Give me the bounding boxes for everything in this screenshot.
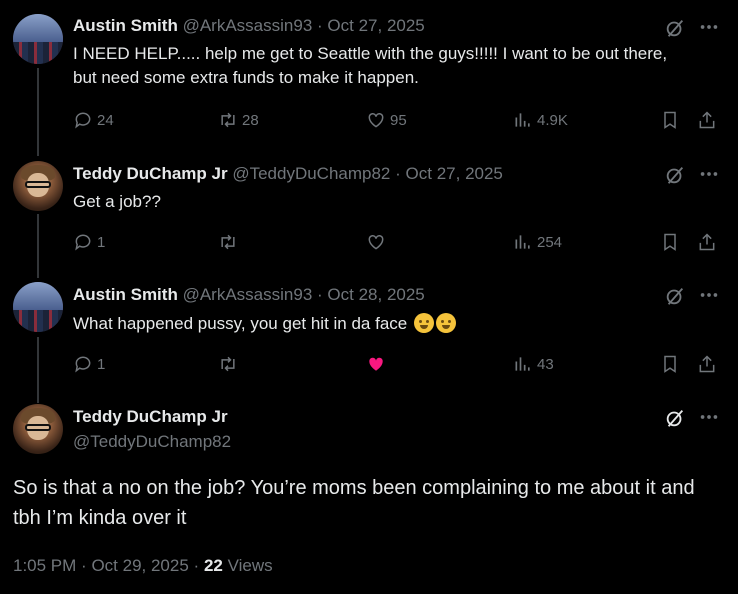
retweet-count: 28 bbox=[242, 111, 259, 129]
retweet-icon bbox=[221, 234, 235, 250]
views-count: 43 bbox=[537, 355, 554, 373]
tweet-text: I NEED HELP..... help me get to Seattle … bbox=[73, 44, 668, 87]
tweet[interactable]: Austin Smith @ArkAssassin93 · Oct 28, 20… bbox=[0, 270, 738, 392]
separator: · bbox=[193, 556, 200, 575]
views-label: Views bbox=[227, 556, 273, 575]
share-button[interactable] bbox=[697, 230, 721, 254]
grok-icon[interactable] bbox=[664, 164, 686, 186]
retweet-icon bbox=[221, 356, 235, 372]
share-icon bbox=[699, 355, 715, 373]
separator: · bbox=[317, 16, 323, 35]
reply-icon bbox=[75, 112, 91, 129]
heart-icon bbox=[368, 234, 384, 250]
bookmark-button[interactable] bbox=[660, 352, 684, 376]
more-icon[interactable] bbox=[698, 406, 720, 428]
grok-icon[interactable] bbox=[664, 17, 686, 39]
woozy-face-icon bbox=[413, 313, 434, 333]
main-author-handle-row: @TeddyDuChamp82 bbox=[73, 432, 231, 452]
views-icon bbox=[515, 113, 530, 127]
tweet-header: Austin Smith @ArkAssassin93 · Oct 27, 20… bbox=[73, 16, 425, 36]
main-author-name-row: Teddy DuChamp Jr bbox=[73, 407, 228, 427]
tweet-text: Get a job?? bbox=[73, 192, 161, 211]
more-icon[interactable] bbox=[698, 16, 720, 38]
views-icon bbox=[515, 235, 530, 249]
reply-count: 1 bbox=[97, 233, 106, 251]
reply-count: 1 bbox=[97, 355, 106, 373]
tweet-date[interactable]: Oct 27, 2025 bbox=[327, 16, 424, 35]
bookmark-icon bbox=[664, 233, 676, 251]
like-button[interactable] bbox=[366, 352, 390, 376]
avatar[interactable] bbox=[13, 161, 63, 211]
bookmark-icon bbox=[664, 355, 676, 373]
views-button[interactable]: 254 bbox=[513, 230, 562, 254]
tweet-actions: 1 254 bbox=[73, 230, 723, 254]
grinning-squinting-face-icon bbox=[435, 313, 456, 333]
author-name[interactable]: Austin Smith bbox=[73, 16, 178, 35]
author-handle[interactable]: @ArkAssassin93 bbox=[183, 285, 313, 304]
tweet-text-content: What happened pussy, you get hit in da f… bbox=[73, 314, 408, 333]
separator: · bbox=[395, 164, 401, 183]
share-icon bbox=[699, 233, 715, 251]
author-name[interactable]: Austin Smith bbox=[73, 285, 178, 304]
heart-filled-icon bbox=[369, 357, 383, 371]
tweet-header: Teddy DuChamp Jr @TeddyDuChamp82 · Oct 2… bbox=[73, 164, 503, 184]
more-icon[interactable] bbox=[698, 284, 720, 306]
main-tweet-text: So is that a no on the job? You’re moms … bbox=[13, 477, 695, 529]
reply-button[interactable]: 24 bbox=[73, 108, 114, 132]
separator: · bbox=[81, 556, 87, 575]
bookmark-button[interactable] bbox=[660, 230, 684, 254]
tweet-text: What happened pussy, you get hit in da f… bbox=[73, 312, 683, 336]
avatar[interactable] bbox=[13, 282, 63, 332]
retweet-button[interactable]: 28 bbox=[218, 108, 259, 132]
views-count: 4.9K bbox=[537, 111, 568, 129]
more-icon[interactable] bbox=[698, 163, 720, 185]
views-button[interactable]: 4.9K bbox=[513, 108, 568, 132]
tweet-actions: 1 43 bbox=[73, 352, 723, 376]
views-icon bbox=[515, 357, 530, 371]
reply-button[interactable]: 1 bbox=[73, 352, 105, 376]
grok-icon[interactable] bbox=[664, 407, 686, 429]
tweet[interactable]: Austin Smith @ArkAssassin93 · Oct 27, 20… bbox=[0, 0, 738, 150]
views-button[interactable]: 43 bbox=[513, 352, 554, 376]
grok-icon[interactable] bbox=[664, 285, 686, 307]
reply-button[interactable]: 1 bbox=[73, 230, 105, 254]
like-count: 95 bbox=[390, 111, 407, 129]
tweet-actions: 24 28 95 4.9K bbox=[73, 108, 723, 132]
author-name[interactable]: Teddy DuChamp Jr bbox=[73, 407, 228, 426]
share-icon bbox=[699, 111, 715, 129]
bookmark-button[interactable] bbox=[660, 108, 684, 132]
tweet-date[interactable]: Oct 29, 2025 bbox=[91, 556, 188, 575]
views-count: 254 bbox=[537, 233, 563, 251]
retweet-icon bbox=[221, 112, 235, 128]
author-handle[interactable]: @TeddyDuChamp82 bbox=[232, 164, 390, 183]
tweet-meta: 1:05 PM · Oct 29, 2025 · 22 Views bbox=[13, 556, 273, 576]
tweet[interactable]: Teddy DuChamp Jr @TeddyDuChamp82 · Oct 2… bbox=[0, 150, 738, 270]
reply-count: 24 bbox=[97, 111, 114, 129]
author-name[interactable]: Teddy DuChamp Jr bbox=[73, 164, 228, 183]
like-button[interactable] bbox=[366, 230, 390, 254]
reply-icon bbox=[75, 234, 91, 251]
avatar[interactable] bbox=[13, 14, 63, 64]
heart-icon bbox=[368, 112, 384, 128]
views-count: 22 bbox=[203, 556, 223, 575]
retweet-button[interactable] bbox=[218, 352, 242, 376]
reply-icon bbox=[75, 356, 91, 373]
avatar[interactable] bbox=[13, 404, 63, 454]
like-button[interactable]: 95 bbox=[366, 108, 407, 132]
tweet-header: Austin Smith @ArkAssassin93 · Oct 28, 20… bbox=[73, 285, 425, 305]
tweet-date[interactable]: Oct 28, 2025 bbox=[327, 285, 424, 304]
tweet-time[interactable]: 1:05 PM bbox=[13, 556, 76, 575]
author-handle[interactable]: @TeddyDuChamp82 bbox=[73, 432, 231, 451]
share-button[interactable] bbox=[697, 352, 721, 376]
separator: · bbox=[317, 285, 323, 304]
retweet-button[interactable] bbox=[218, 230, 242, 254]
bookmark-icon bbox=[664, 111, 676, 129]
share-button[interactable] bbox=[697, 108, 721, 132]
author-handle[interactable]: @ArkAssassin93 bbox=[183, 16, 313, 35]
tweet-date[interactable]: Oct 27, 2025 bbox=[406, 164, 503, 183]
